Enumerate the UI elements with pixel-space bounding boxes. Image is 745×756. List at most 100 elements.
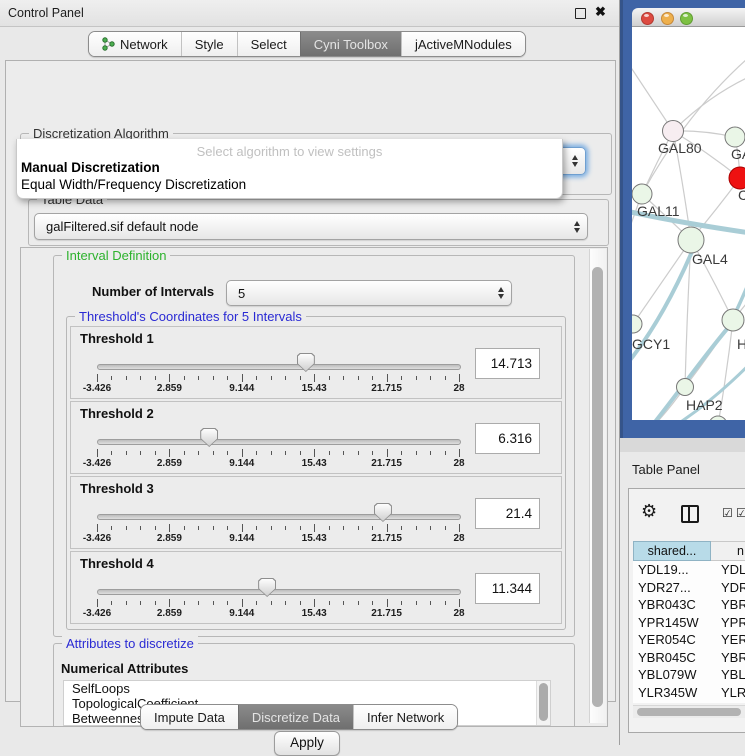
- cell-shared-name: YDR27...: [638, 579, 691, 596]
- tab-style[interactable]: Style: [181, 32, 237, 56]
- vertical-scrollbar[interactable]: [589, 249, 606, 723]
- tab-impute-data[interactable]: Impute Data: [141, 705, 238, 729]
- list-scrollbar[interactable]: [536, 681, 550, 725]
- control-panel-titlebar: Control Panel ✖: [0, 0, 619, 27]
- number-of-intervals-combobox[interactable]: 5: [226, 280, 512, 306]
- attribute-list-item[interactable]: SelfLoops: [64, 681, 550, 696]
- table-panel-title: Table Panel: [632, 462, 700, 477]
- network-node[interactable]: [729, 167, 745, 189]
- table-row[interactable]: YER054CYER05: [633, 631, 745, 649]
- number-of-intervals-label: Number of Intervals: [92, 284, 214, 299]
- cell-name: YBL07: [721, 666, 745, 683]
- tab-discretize-data[interactable]: Discretize Data: [238, 705, 353, 729]
- network-node-label: GAL80: [658, 140, 702, 156]
- tab-cyni-toolbox[interactable]: Cyni Toolbox: [300, 32, 401, 56]
- cell-name: YLR34: [721, 684, 745, 701]
- slider-ticks: [97, 599, 459, 607]
- network-node[interactable]: [632, 184, 652, 204]
- split-columns-icon[interactable]: [681, 505, 699, 523]
- slider-track[interactable]: [97, 514, 461, 520]
- divider: [620, 438, 745, 453]
- table-header-row: shared... n: [633, 541, 745, 561]
- table-row[interactable]: YDL19...YDL19: [633, 561, 745, 579]
- tick-label: 21.715: [371, 608, 402, 619]
- float-window-icon[interactable]: [575, 8, 586, 19]
- tab-jactivemnodules[interactable]: jActiveMNodules: [401, 32, 525, 56]
- slider-tick-labels: -3.4262.8599.14415.4321.71528: [97, 383, 459, 395]
- threshold-value-field[interactable]: 14.713: [475, 348, 540, 379]
- tab-network[interactable]: Network: [89, 32, 181, 56]
- scrollbar-thumb[interactable]: [637, 708, 741, 716]
- threshold-label: Threshold 2: [80, 406, 154, 421]
- tick-label: 15.43: [302, 383, 327, 394]
- tab-infer-network[interactable]: Infer Network: [353, 705, 457, 729]
- tab-select[interactable]: Select: [237, 32, 300, 56]
- threshold-value-field[interactable]: 21.4: [475, 498, 540, 529]
- checkbox-icon[interactable]: ☑: [736, 506, 745, 520]
- network-canvas[interactable]: GAL80GACGAL11GAL4GCY1HHAP2: [632, 27, 745, 420]
- table-row[interactable]: YLR345WYLR34: [633, 684, 745, 702]
- network-node[interactable]: [709, 416, 727, 420]
- slider-track[interactable]: [97, 364, 461, 370]
- interval-definition-fieldset: Interval Definition Number of Intervals …: [53, 255, 575, 637]
- mac-zoom-icon[interactable]: [680, 12, 693, 25]
- horizontal-scrollbar[interactable]: [633, 705, 745, 718]
- popup-hint: Select algorithm to view settings: [17, 144, 562, 159]
- scrollbar-thumb[interactable]: [539, 683, 548, 721]
- gear-icon[interactable]: ⚙: [641, 502, 657, 520]
- threshold-value-field[interactable]: 11.344: [475, 573, 540, 604]
- network-node[interactable]: [725, 127, 745, 147]
- network-node[interactable]: [677, 379, 694, 396]
- tick-label: -3.426: [83, 608, 111, 619]
- slider-handle[interactable]: [297, 353, 315, 372]
- cell-shared-name: YBR045C: [638, 649, 696, 666]
- number-of-intervals-value: 5: [238, 281, 245, 305]
- popup-option-manual-discretization[interactable]: Manual Discretization: [21, 160, 160, 175]
- table-row[interactable]: YBR045CYBR04: [633, 649, 745, 667]
- table-row[interactable]: YBR043CYBR04: [633, 596, 745, 614]
- slider-tick-labels: -3.4262.8599.14415.4321.71528: [97, 533, 459, 545]
- table-row[interactable]: YDR27...YDR27: [633, 579, 745, 597]
- network-node[interactable]: [663, 121, 684, 142]
- network-graph: GAL80GACGAL11GAL4GCY1HHAP2: [632, 27, 745, 420]
- slider-track[interactable]: [97, 439, 461, 445]
- network-window-titlebar[interactable]: [632, 8, 745, 27]
- close-icon[interactable]: ✖: [595, 4, 606, 20]
- threshold-panel: Threshold 1 -3.4262.8599.14415.4321.7152…: [70, 326, 562, 399]
- table-panel-titlebar: Table Panel: [620, 452, 745, 484]
- tick-label: 9.144: [229, 383, 254, 394]
- network-window[interactable]: GAL80GACGAL11GAL4GCY1HHAP2: [620, 0, 745, 438]
- table-row[interactable]: YPR145WYPR14: [633, 614, 745, 632]
- cell-shared-name: YPR145W: [638, 614, 699, 631]
- cell-name: YBR04: [721, 596, 745, 613]
- table-row[interactable]: YIL052CYIL05: [633, 701, 745, 703]
- slider-handle[interactable]: [200, 428, 218, 447]
- mac-minimize-icon[interactable]: [661, 12, 674, 25]
- table-row[interactable]: YBL079W YBL07: [633, 666, 745, 684]
- tick-label: 28: [453, 608, 464, 619]
- cell-shared-name: YBL079W: [638, 666, 697, 683]
- table-data-combobox[interactable]: galFiltered.sif default node: [34, 213, 588, 240]
- network-node[interactable]: [678, 227, 704, 253]
- threshold-value-field[interactable]: 6.316: [475, 423, 540, 454]
- checkbox-icon[interactable]: ☑: [722, 506, 733, 520]
- apply-button[interactable]: Apply: [274, 731, 340, 756]
- numerical-attributes-label: Numerical Attributes: [61, 661, 188, 676]
- slider-handle[interactable]: [374, 503, 392, 522]
- control-panel: Control Panel ✖ Network Style Select Cyn…: [0, 0, 620, 745]
- column-header-shared-name[interactable]: shared...: [633, 541, 711, 561]
- combo-stepper-icon: [574, 221, 580, 233]
- slider-handle[interactable]: [258, 578, 276, 597]
- column-header-name[interactable]: n: [711, 541, 745, 561]
- scrollbar-thumb[interactable]: [592, 267, 603, 707]
- slider-track[interactable]: [97, 589, 461, 595]
- bottom-tab-bar: Impute Data Discretize Data Infer Networ…: [140, 704, 458, 730]
- popup-option-equal-width-frequency[interactable]: Equal Width/Frequency Discretization: [21, 177, 246, 192]
- slider-ticks: [97, 374, 459, 382]
- network-node[interactable]: [632, 315, 642, 333]
- mac-close-icon[interactable]: [641, 12, 654, 25]
- cell-name: YER05: [721, 631, 745, 648]
- threshold-panel: Threshold 2 -3.4262.8599.14415.4321.7152…: [70, 401, 562, 474]
- slider-ticks: [97, 524, 459, 532]
- network-node[interactable]: [722, 309, 744, 331]
